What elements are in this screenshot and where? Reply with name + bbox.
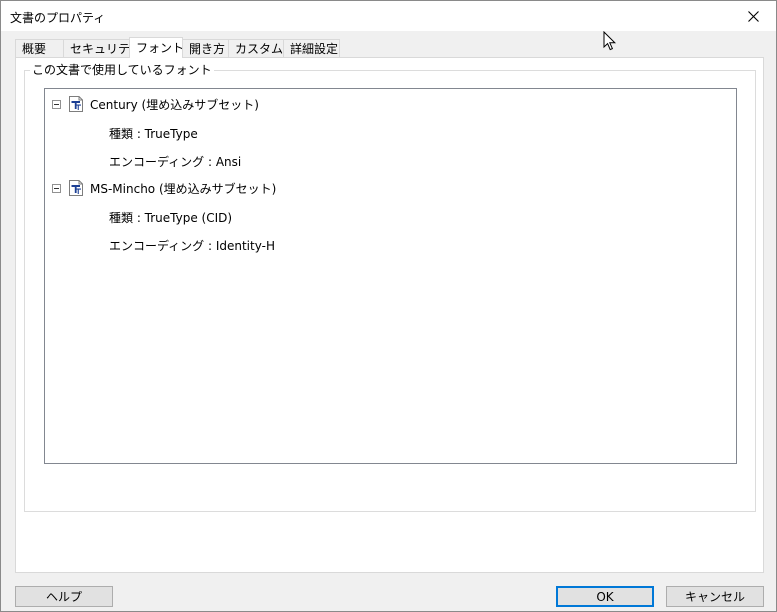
- fonts-group-legend: この文書で使用しているフォント: [30, 63, 214, 77]
- tab-summary[interactable]: 概要: [15, 39, 64, 58]
- tab-custom[interactable]: カスタム: [228, 39, 284, 58]
- close-button[interactable]: [730, 1, 776, 31]
- ok-button[interactable]: OK: [556, 586, 654, 607]
- help-button[interactable]: ヘルプ: [15, 586, 113, 607]
- collapse-toggle-icon[interactable]: [52, 99, 61, 109]
- font-type: 種類 : TrueType: [109, 127, 198, 141]
- title-bar[interactable]: 文書のプロパティ: [1, 1, 776, 31]
- truetype-font-icon: [69, 180, 83, 196]
- fonts-groupbox: この文書で使用しているフォント Century (埋め込みサブセット) 種類 :…: [24, 63, 756, 512]
- tree-node-font[interactable]: Century (埋め込みサブセット): [52, 95, 259, 113]
- window-title: 文書のプロパティ: [10, 11, 106, 25]
- font-name: Century (埋め込みサブセット): [90, 97, 259, 112]
- tab-strip: 概要 セキュリティ フォント 開き方 カスタム 詳細設定: [15, 37, 340, 58]
- font-name: MS-Mincho (埋め込みサブセット): [90, 181, 277, 196]
- cancel-button[interactable]: キャンセル: [666, 586, 764, 607]
- tree-node-font[interactable]: MS-Mincho (埋め込みサブセット): [52, 179, 276, 197]
- font-encoding: エンコーディング : Ansi: [109, 155, 242, 169]
- tab-fonts[interactable]: フォント: [129, 37, 184, 58]
- tab-advanced[interactable]: 詳細設定: [283, 39, 340, 58]
- font-type: 種類 : TrueType (CID): [109, 211, 233, 225]
- truetype-font-icon: [69, 96, 83, 112]
- close-icon: [747, 10, 759, 22]
- mouse-cursor-icon: [603, 31, 617, 51]
- tab-initial-view[interactable]: 開き方: [182, 39, 229, 58]
- tab-security[interactable]: セキュリティ: [63, 39, 141, 58]
- font-encoding: エンコーディング : Identity-H: [109, 239, 275, 253]
- fonts-tab-panel: この文書で使用しているフォント Century (埋め込みサブセット) 種類 :…: [15, 57, 764, 573]
- collapse-toggle-icon[interactable]: [52, 183, 61, 193]
- font-tree[interactable]: Century (埋め込みサブセット) 種類 : TrueType エンコーディ…: [44, 88, 737, 464]
- properties-dialog: 文書のプロパティ 概要 セキュリティ フォント 開き方 カスタム 詳細設定 この…: [0, 0, 777, 612]
